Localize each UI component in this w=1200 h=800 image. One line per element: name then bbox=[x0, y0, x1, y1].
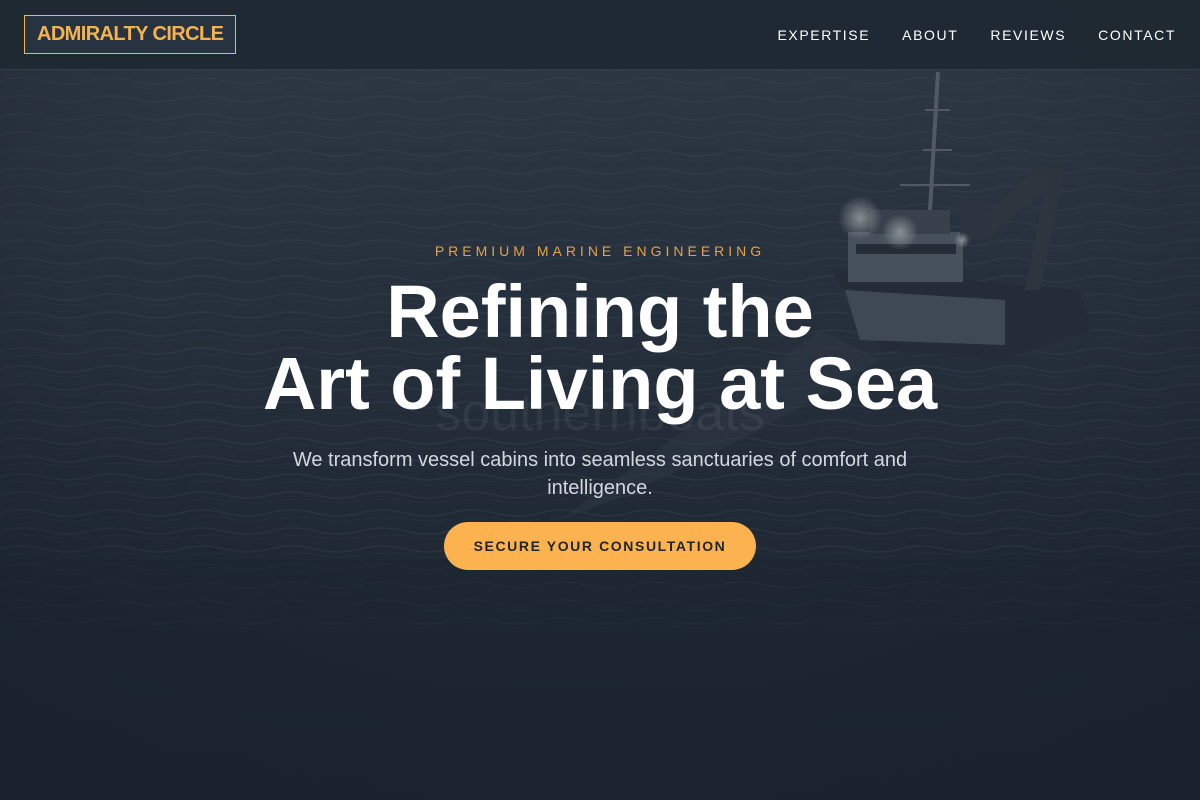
hero-headline: Refining the Art of Living at Sea bbox=[0, 275, 1200, 421]
nav-link-contact[interactable]: CONTACT bbox=[1098, 27, 1176, 43]
top-navbar: ADMIRALTY CIRCLE EXPERTISE ABOUT REVIEWS… bbox=[0, 0, 1200, 70]
nav-link-reviews[interactable]: REVIEWS bbox=[990, 27, 1066, 43]
consultation-cta-button[interactable]: SECURE YOUR CONSULTATION bbox=[444, 522, 756, 570]
hero-headline-line-2: Art of Living at Sea bbox=[262, 342, 938, 425]
hero-headline-line-1: Refining the bbox=[386, 270, 814, 353]
brand-logo[interactable]: ADMIRALTY CIRCLE bbox=[24, 15, 237, 54]
hero-section: PREMIUM MARINE ENGINEERING Refining the … bbox=[0, 70, 1200, 800]
hero-eyebrow: PREMIUM MARINE ENGINEERING bbox=[434, 243, 766, 259]
nav-link-expertise[interactable]: EXPERTISE bbox=[777, 27, 870, 43]
main-nav: EXPERTISE ABOUT REVIEWS CONTACT bbox=[777, 27, 1176, 43]
nav-link-about[interactable]: ABOUT bbox=[902, 27, 958, 43]
hero-subhead: We transform vessel cabins into seamless… bbox=[292, 449, 908, 499]
